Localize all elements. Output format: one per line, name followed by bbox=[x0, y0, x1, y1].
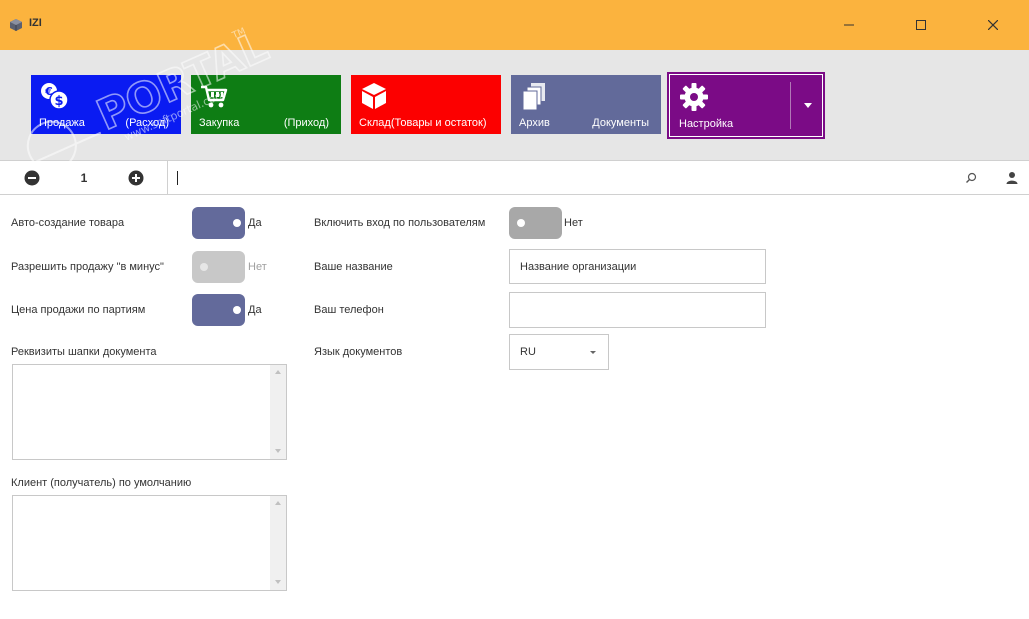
quantity-search-bar: 1 bbox=[0, 160, 1029, 195]
settings-label: Настройка bbox=[679, 118, 734, 130]
dropdown-arrow-icon bbox=[590, 351, 596, 354]
toggle-knob bbox=[517, 219, 525, 227]
doc-header-memo bbox=[12, 364, 287, 460]
settings-tile-button[interactable]: Настройка bbox=[667, 72, 825, 139]
org-name-label: Ваше название bbox=[314, 261, 393, 273]
doc-language-select[interactable]: RU bbox=[509, 334, 609, 370]
scroll-down-icon[interactable] bbox=[275, 449, 281, 453]
default-client-textarea[interactable] bbox=[13, 496, 271, 590]
maximize-button[interactable] bbox=[898, 0, 944, 50]
user-login-label: Включить вход по пользователям bbox=[314, 217, 486, 229]
box-icon bbox=[362, 83, 386, 109]
doc-language-label: Язык документов bbox=[314, 346, 403, 358]
price-by-batch-label: Цена продажи по партиям bbox=[11, 304, 146, 316]
minimize-button[interactable] bbox=[826, 0, 872, 50]
doc-language-value: RU bbox=[520, 346, 536, 358]
scroll-up-icon[interactable] bbox=[275, 501, 281, 505]
svg-text:$: $ bbox=[54, 94, 63, 109]
toggle-knob bbox=[200, 263, 208, 271]
allow-negative-state: Нет bbox=[248, 261, 267, 273]
caret-down-icon bbox=[803, 103, 812, 108]
user-login-toggle[interactable] bbox=[509, 207, 562, 239]
app-logo-icon bbox=[10, 19, 22, 31]
settings-dropdown-button[interactable] bbox=[792, 74, 823, 137]
user-login-state: Нет bbox=[564, 217, 583, 229]
quantity-divider bbox=[167, 161, 168, 194]
default-client-label: Клиент (получатель) по умолчанию bbox=[11, 477, 192, 489]
archive-tile-button[interactable]: Архив Документы bbox=[511, 75, 661, 134]
quantity-value[interactable]: 1 bbox=[70, 171, 98, 185]
scroll-up-icon[interactable] bbox=[275, 370, 281, 374]
sales-label: Продажа bbox=[39, 117, 85, 129]
toggle-knob bbox=[233, 219, 241, 227]
title-bar: IZI bbox=[0, 0, 1029, 50]
purchase-label: Закупка bbox=[199, 117, 240, 129]
close-button[interactable] bbox=[970, 0, 1016, 50]
gear-icon bbox=[680, 83, 708, 111]
user-icon[interactable] bbox=[1005, 171, 1019, 185]
allow-negative-label: Разрешить продажу "в минус" bbox=[11, 261, 164, 273]
search-input[interactable] bbox=[172, 166, 956, 190]
allow-negative-toggle[interactable] bbox=[192, 251, 245, 283]
doc-header-scrollbar[interactable] bbox=[270, 365, 286, 459]
auto-create-state: Да bbox=[248, 217, 262, 229]
purchase-tile-button[interactable]: Закупка (Приход) bbox=[191, 75, 341, 134]
settings-divider bbox=[790, 82, 791, 129]
org-name-input[interactable] bbox=[509, 249, 766, 284]
main-toolbar: € $ Продажа (Расход) Закупка (Приход) Ск… bbox=[0, 50, 1029, 160]
documents-icon bbox=[522, 83, 545, 111]
maximize-icon bbox=[916, 20, 926, 30]
default-client-scrollbar[interactable] bbox=[270, 496, 286, 590]
minus-circle-icon[interactable] bbox=[24, 170, 40, 186]
auto-create-toggle[interactable] bbox=[192, 207, 245, 239]
doc-header-textarea[interactable] bbox=[13, 365, 271, 459]
auto-create-label: Авто-создание товара bbox=[11, 217, 125, 229]
archive-label: Архив bbox=[519, 117, 550, 129]
app-title: IZI bbox=[29, 17, 42, 29]
phone-input[interactable] bbox=[509, 292, 766, 328]
sales-tile-button[interactable]: € $ Продажа (Расход) bbox=[31, 75, 181, 134]
phone-label: Ваш телефон bbox=[314, 304, 384, 316]
minimize-icon bbox=[844, 24, 854, 26]
app-window: IZI € $ Продажа (Расход) Закупка (Приход… bbox=[0, 0, 1029, 619]
toggle-knob bbox=[233, 306, 241, 314]
price-by-batch-state: Да bbox=[248, 304, 262, 316]
search-icon[interactable] bbox=[964, 171, 978, 185]
purchase-sublabel: (Приход) bbox=[283, 117, 329, 129]
euro-dollar-coins-icon: € $ bbox=[41, 83, 69, 110]
close-icon bbox=[988, 20, 998, 30]
stock-tile-button[interactable]: Склад(Товары и остаток) bbox=[351, 75, 501, 134]
text-caret bbox=[177, 171, 178, 185]
stock-label: Склад(Товары и остаток) bbox=[359, 117, 487, 129]
shopping-cart-icon bbox=[201, 85, 228, 108]
archive-sublabel: Документы bbox=[592, 117, 649, 129]
sales-sublabel: (Расход) bbox=[125, 117, 169, 129]
scroll-down-icon[interactable] bbox=[275, 580, 281, 584]
price-by-batch-toggle[interactable] bbox=[192, 294, 245, 326]
plus-circle-icon[interactable] bbox=[128, 170, 144, 186]
doc-header-label: Реквизиты шапки документа bbox=[11, 346, 157, 358]
default-client-memo bbox=[12, 495, 287, 591]
